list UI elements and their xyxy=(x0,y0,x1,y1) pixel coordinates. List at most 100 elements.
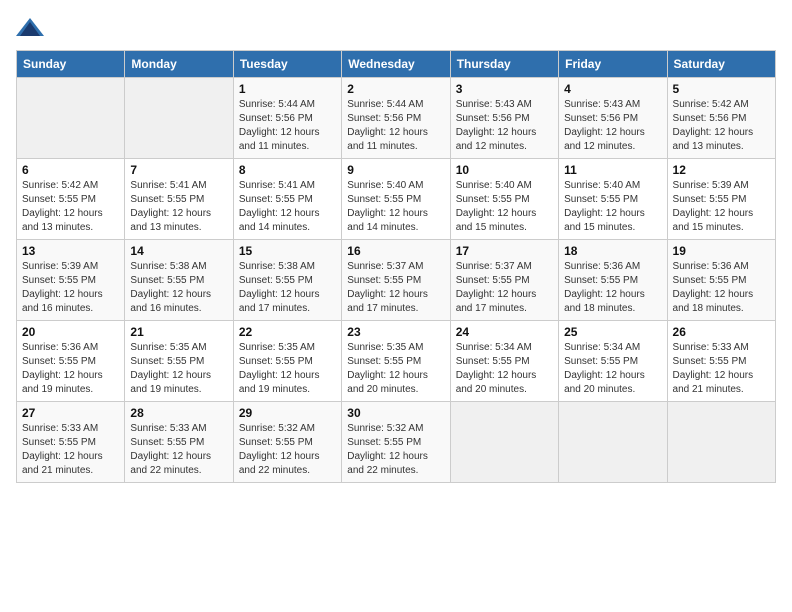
calendar-week-row: 13 Sunrise: 5:39 AM Sunset: 5:55 PM Dayli… xyxy=(17,240,776,321)
logo-icon xyxy=(16,16,44,38)
calendar-cell: 21 Sunrise: 5:35 AM Sunset: 5:55 PM Dayli… xyxy=(125,321,233,402)
day-info: Sunrise: 5:36 AM Sunset: 5:55 PM Dayligh… xyxy=(564,260,661,316)
day-number: 17 xyxy=(456,244,553,258)
day-number: 9 xyxy=(347,163,444,177)
day-info: Sunrise: 5:44 AM Sunset: 5:56 PM Dayligh… xyxy=(239,98,336,154)
calendar-cell: 10 Sunrise: 5:40 AM Sunset: 5:55 PM Dayli… xyxy=(450,159,558,240)
calendar-cell: 15 Sunrise: 5:38 AM Sunset: 5:55 PM Dayli… xyxy=(233,240,341,321)
calendar-cell: 6 Sunrise: 5:42 AM Sunset: 5:55 PM Daylig… xyxy=(17,159,125,240)
day-info: Sunrise: 5:40 AM Sunset: 5:55 PM Dayligh… xyxy=(456,179,553,235)
day-info: Sunrise: 5:32 AM Sunset: 5:55 PM Dayligh… xyxy=(347,422,444,478)
calendar-cell: 1 Sunrise: 5:44 AM Sunset: 5:56 PM Daylig… xyxy=(233,78,341,159)
day-number: 18 xyxy=(564,244,661,258)
page-header xyxy=(16,16,776,38)
day-number: 23 xyxy=(347,325,444,339)
calendar-cell: 18 Sunrise: 5:36 AM Sunset: 5:55 PM Dayli… xyxy=(559,240,667,321)
day-number: 26 xyxy=(673,325,770,339)
calendar-cell: 13 Sunrise: 5:39 AM Sunset: 5:55 PM Dayli… xyxy=(17,240,125,321)
day-info: Sunrise: 5:44 AM Sunset: 5:56 PM Dayligh… xyxy=(347,98,444,154)
day-number: 11 xyxy=(564,163,661,177)
day-info: Sunrise: 5:37 AM Sunset: 5:55 PM Dayligh… xyxy=(347,260,444,316)
day-number: 16 xyxy=(347,244,444,258)
calendar-cell: 9 Sunrise: 5:40 AM Sunset: 5:55 PM Daylig… xyxy=(342,159,450,240)
day-number: 8 xyxy=(239,163,336,177)
day-info: Sunrise: 5:36 AM Sunset: 5:55 PM Dayligh… xyxy=(673,260,770,316)
calendar-cell: 27 Sunrise: 5:33 AM Sunset: 5:55 PM Dayli… xyxy=(17,402,125,483)
day-number: 12 xyxy=(673,163,770,177)
day-info: Sunrise: 5:38 AM Sunset: 5:55 PM Dayligh… xyxy=(239,260,336,316)
day-number: 30 xyxy=(347,406,444,420)
day-info: Sunrise: 5:37 AM Sunset: 5:55 PM Dayligh… xyxy=(456,260,553,316)
column-header-thursday: Thursday xyxy=(450,51,558,78)
day-number: 7 xyxy=(130,163,227,177)
calendar-cell: 24 Sunrise: 5:34 AM Sunset: 5:55 PM Dayli… xyxy=(450,321,558,402)
calendar-cell: 30 Sunrise: 5:32 AM Sunset: 5:55 PM Dayli… xyxy=(342,402,450,483)
calendar-cell xyxy=(450,402,558,483)
calendar-cell: 2 Sunrise: 5:44 AM Sunset: 5:56 PM Daylig… xyxy=(342,78,450,159)
calendar-week-row: 6 Sunrise: 5:42 AM Sunset: 5:55 PM Daylig… xyxy=(17,159,776,240)
column-header-sunday: Sunday xyxy=(17,51,125,78)
day-info: Sunrise: 5:43 AM Sunset: 5:56 PM Dayligh… xyxy=(456,98,553,154)
day-number: 22 xyxy=(239,325,336,339)
column-header-saturday: Saturday xyxy=(667,51,775,78)
day-number: 6 xyxy=(22,163,119,177)
calendar-week-row: 20Sunrise: 5:36 AM Sunset: 5:55 PM Dayli… xyxy=(17,321,776,402)
day-number: 27 xyxy=(22,406,119,420)
day-info: Sunrise: 5:43 AM Sunset: 5:56 PM Dayligh… xyxy=(564,98,661,154)
calendar-cell: 17 Sunrise: 5:37 AM Sunset: 5:55 PM Dayli… xyxy=(450,240,558,321)
day-number: 29 xyxy=(239,406,336,420)
day-info: Sunrise: 5:41 AM Sunset: 5:55 PM Dayligh… xyxy=(130,179,227,235)
day-number: 21 xyxy=(130,325,227,339)
day-number: 20 xyxy=(22,325,119,339)
calendar-cell: 7 Sunrise: 5:41 AM Sunset: 5:55 PM Daylig… xyxy=(125,159,233,240)
day-number: 3 xyxy=(456,82,553,96)
calendar-cell: 23Sunrise: 5:35 AM Sunset: 5:55 PM Dayli… xyxy=(342,321,450,402)
column-header-monday: Monday xyxy=(125,51,233,78)
day-number: 10 xyxy=(456,163,553,177)
calendar-cell: 28 Sunrise: 5:33 AM Sunset: 5:55 PM Dayli… xyxy=(125,402,233,483)
day-info: Sunrise: 5:42 AM Sunset: 5:55 PM Dayligh… xyxy=(22,179,119,235)
calendar-cell xyxy=(667,402,775,483)
logo xyxy=(16,16,44,38)
calendar-table: SundayMondayTuesdayWednesdayThursdayFrid… xyxy=(16,50,776,483)
day-info: Sunrise: 5:38 AM Sunset: 5:55 PM Dayligh… xyxy=(130,260,227,316)
day-info: Sunrise: 5:42 AM Sunset: 5:56 PM Dayligh… xyxy=(673,98,770,154)
day-info: Sunrise: 5:33 AM Sunset: 5:55 PM Dayligh… xyxy=(130,422,227,478)
day-info: Sunrise: 5:39 AM Sunset: 5:55 PM Dayligh… xyxy=(22,260,119,316)
day-number: 13 xyxy=(22,244,119,258)
day-info: Sunrise: 5:41 AM Sunset: 5:55 PM Dayligh… xyxy=(239,179,336,235)
column-header-tuesday: Tuesday xyxy=(233,51,341,78)
day-number: 1 xyxy=(239,82,336,96)
calendar-cell xyxy=(559,402,667,483)
calendar-cell: 25Sunrise: 5:34 AM Sunset: 5:55 PM Dayli… xyxy=(559,321,667,402)
day-number: 5 xyxy=(673,82,770,96)
calendar-header-row: SundayMondayTuesdayWednesdayThursdayFrid… xyxy=(17,51,776,78)
calendar-cell: 26 Sunrise: 5:33 AM Sunset: 5:55 PM Dayli… xyxy=(667,321,775,402)
day-info: Sunrise: 5:34 AM Sunset: 5:55 PM Dayligh… xyxy=(456,341,553,397)
day-number: 14 xyxy=(130,244,227,258)
calendar-cell: 16 Sunrise: 5:37 AM Sunset: 5:55 PM Dayli… xyxy=(342,240,450,321)
day-number: 24 xyxy=(456,325,553,339)
day-number: 4 xyxy=(564,82,661,96)
day-number: 15 xyxy=(239,244,336,258)
day-info: Sunrise: 5:40 AM Sunset: 5:55 PM Dayligh… xyxy=(347,179,444,235)
day-info: Sunrise: 5:33 AM Sunset: 5:55 PM Dayligh… xyxy=(22,422,119,478)
calendar-cell: 5 Sunrise: 5:42 AM Sunset: 5:56 PM Daylig… xyxy=(667,78,775,159)
calendar-cell: 4 Sunrise: 5:43 AM Sunset: 5:56 PM Daylig… xyxy=(559,78,667,159)
day-info: Sunrise: 5:35 AM Sunset: 5:55 PM Dayligh… xyxy=(130,341,227,397)
calendar-cell xyxy=(17,78,125,159)
calendar-cell: 11 Sunrise: 5:40 AM Sunset: 5:55 PM Dayli… xyxy=(559,159,667,240)
day-number: 28 xyxy=(130,406,227,420)
calendar-cell: 3 Sunrise: 5:43 AM Sunset: 5:56 PM Daylig… xyxy=(450,78,558,159)
calendar-cell: 20Sunrise: 5:36 AM Sunset: 5:55 PM Dayli… xyxy=(17,321,125,402)
day-info: Sunrise: 5:40 AM Sunset: 5:55 PM Dayligh… xyxy=(564,179,661,235)
calendar-cell: 8 Sunrise: 5:41 AM Sunset: 5:55 PM Daylig… xyxy=(233,159,341,240)
calendar-cell: 14 Sunrise: 5:38 AM Sunset: 5:55 PM Dayli… xyxy=(125,240,233,321)
calendar-cell: 22 Sunrise: 5:35 AM Sunset: 5:55 PM Dayli… xyxy=(233,321,341,402)
day-number: 25 xyxy=(564,325,661,339)
day-info: Sunrise: 5:39 AM Sunset: 5:55 PM Dayligh… xyxy=(673,179,770,235)
calendar-cell xyxy=(125,78,233,159)
day-number: 2 xyxy=(347,82,444,96)
day-info: Sunrise: 5:33 AM Sunset: 5:55 PM Dayligh… xyxy=(673,341,770,397)
day-info: Sunrise: 5:35 AM Sunset: 5:55 PM Dayligh… xyxy=(239,341,336,397)
